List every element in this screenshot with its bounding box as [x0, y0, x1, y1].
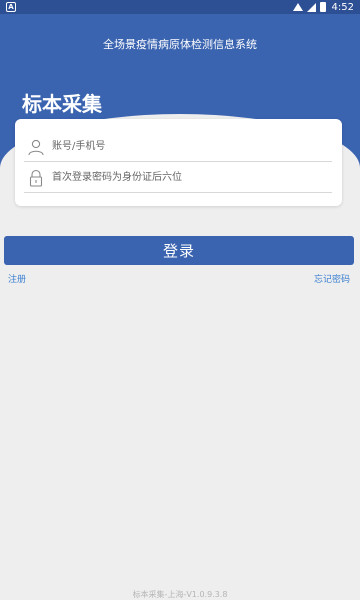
wifi-icon [292, 3, 303, 11]
status-left: A [6, 2, 16, 12]
username-field [24, 132, 332, 162]
login-form-card [15, 119, 342, 206]
app-title: 全场景疫情病原体检测信息系统 [103, 38, 257, 51]
username-input[interactable] [52, 135, 322, 158]
battery-icon [319, 2, 326, 12]
password-input[interactable] [52, 166, 322, 189]
forgot-password-link[interactable]: 忘记密码 [314, 272, 350, 285]
lock-icon [27, 169, 45, 187]
user-icon [27, 138, 45, 156]
status-right: 4:52 [292, 1, 354, 13]
login-button[interactable]: 登录 [4, 236, 354, 265]
register-link[interactable]: 注册 [8, 272, 26, 285]
status-time: 4:52 [331, 1, 354, 13]
app-notification-icon: A [6, 2, 16, 12]
signal-icon [306, 2, 316, 12]
status-bar: A 4:52 [0, 0, 360, 14]
page-title: 标本采集 [22, 92, 102, 116]
password-field [24, 163, 332, 193]
version-text: 标本采集-上海-V1.0.9.3.8 [132, 590, 228, 599]
